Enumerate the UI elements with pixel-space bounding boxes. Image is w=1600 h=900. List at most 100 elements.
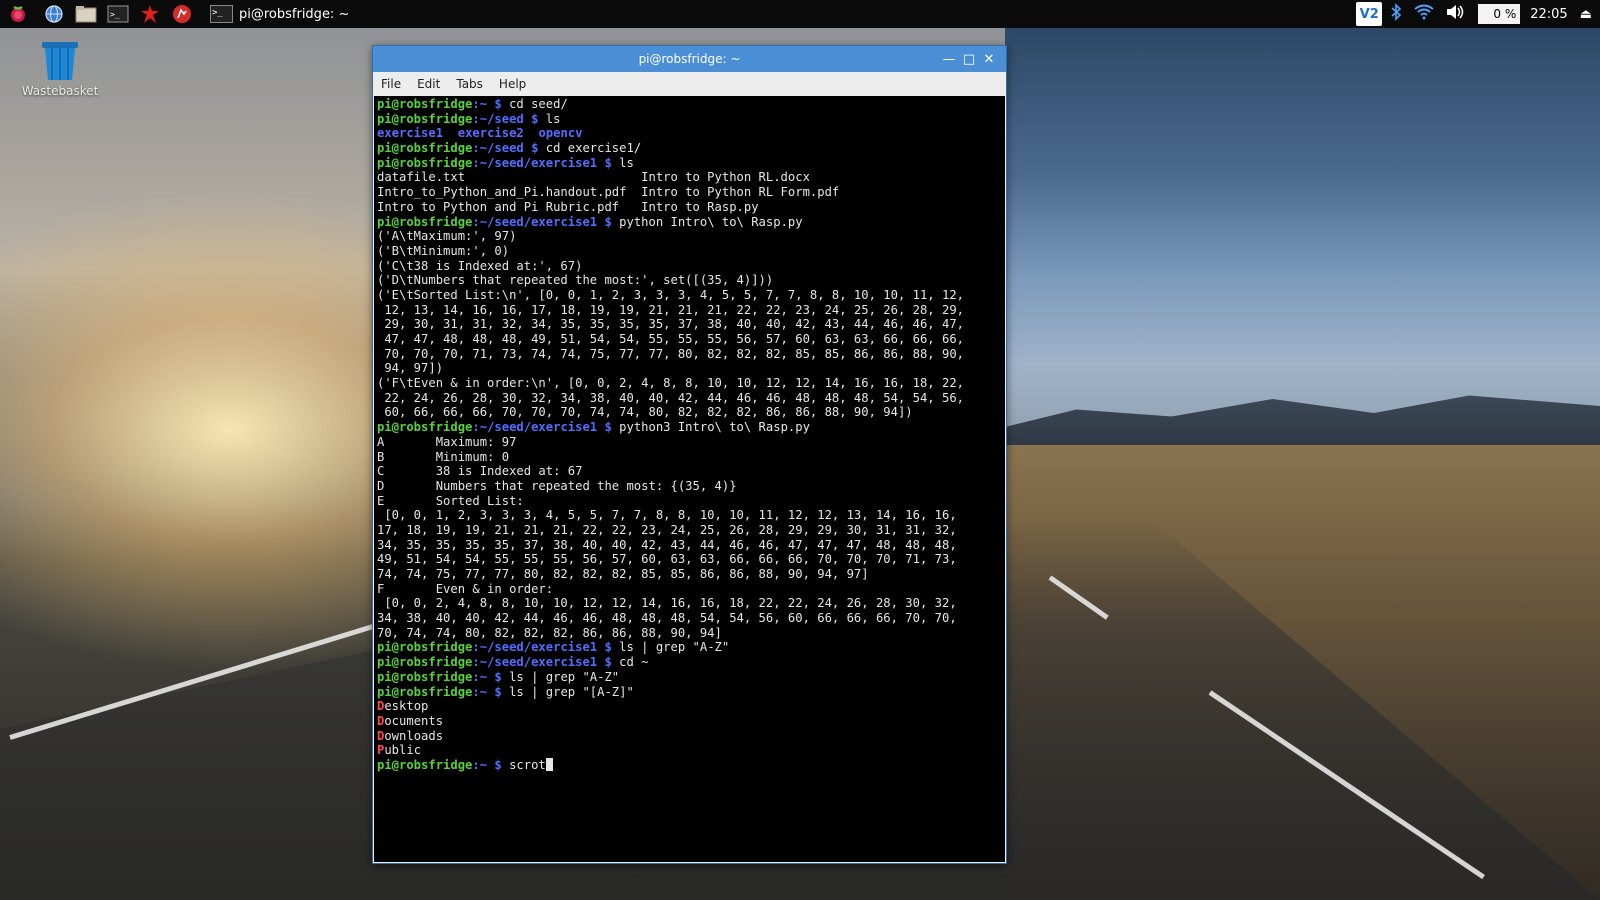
terminal-line: F Even & in order:: [377, 582, 1005, 597]
terminal-text: :~ $: [472, 669, 510, 684]
terminal-line: ('A\tMaximum:', 97): [377, 229, 1005, 244]
terminal-line: pi@robsfridge:~ $ ls | grep "[A-Z]": [377, 685, 1005, 700]
taskbar: >_ >_ pi@robsfridge: ~ V2 0 % 22:05 ⏏: [0, 0, 1600, 28]
terminal-line: 22, 24, 26, 28, 30, 32, 34, 38, 40, 40, …: [377, 391, 1005, 406]
window-title: pi@robsfridge: ~: [638, 52, 741, 66]
terminal-line: Intro to Python and Pi Rubric.pdf Intro …: [377, 200, 1005, 215]
volume-icon[interactable]: [1446, 4, 1466, 24]
terminal-line: ('D\tNumbers that repeated the most:', s…: [377, 273, 1005, 288]
terminal-text: 34, 35, 35, 35, 35, 37, 38, 40, 40, 42, …: [377, 537, 957, 552]
terminal-line: 70, 74, 74, 80, 82, 82, 82, 86, 86, 88, …: [377, 626, 1005, 641]
terminal-text: 47, 47, 48, 48, 48, 49, 51, 54, 54, 55, …: [377, 332, 964, 346]
terminal-line: 12, 13, 14, 16, 16, 17, 18, 19, 19, 21, …: [377, 303, 1005, 318]
terminal-line: A Maximum: 97: [377, 435, 1005, 450]
eject-icon[interactable]: ⏏: [1580, 7, 1592, 22]
menu-help[interactable]: Help: [491, 77, 534, 91]
terminal-line: [0, 0, 1, 2, 3, 3, 3, 4, 5, 5, 7, 7, 8, …: [377, 508, 1005, 523]
terminal-text: :~ $: [472, 684, 510, 699]
terminal-text: exercise1: [377, 126, 444, 141]
terminal-text: ('C\t38 is Indexed at:', 67): [377, 258, 583, 273]
terminal-text: C 38 is Indexed at: 67: [377, 464, 583, 479]
terminal-text: pi@robsfridge: [377, 640, 473, 655]
menu-edit[interactable]: Edit: [409, 77, 448, 91]
terminal-line: pi@robsfridge:~/seed $ ls: [377, 112, 1005, 127]
terminal-icon: >_: [210, 5, 233, 23]
terminal-line: pi@robsfridge:~/seed $ cd exercise1/: [377, 141, 1005, 156]
terminal-text: 70, 74, 74, 80, 82, 82, 82, 86, 86, 88, …: [377, 625, 722, 640]
taskbar-task-terminal[interactable]: >_ pi@robsfridge: ~: [204, 2, 355, 26]
terminal-line: B Minimum: 0: [377, 450, 1005, 465]
terminal-text: E Sorted List:: [377, 493, 524, 508]
terminal-text: esktop: [384, 699, 429, 714]
terminal-line: datafile.txt Intro to Python RL.docx: [377, 170, 1005, 185]
terminal-text: 74, 74, 75, 77, 77, 80, 82, 82, 82, 85, …: [377, 567, 869, 581]
terminal-text: pi@robsfridge: [377, 155, 473, 170]
terminal-text: Intro_to_Python_and_Pi.handout.pdf Intro…: [377, 185, 840, 200]
terminal-line: 94, 97]): [377, 361, 1005, 376]
terminal-text: ownloads: [384, 728, 444, 743]
vnc-server-icon[interactable]: V2: [1356, 2, 1383, 26]
terminal-line: ('F\tEven & in order:\n', [0, 0, 2, 4, 8…: [377, 376, 1005, 391]
terminal-text: :~/seed/exercise1 $: [472, 640, 620, 655]
svg-text:>_: >_: [110, 10, 120, 19]
terminal-text: cd seed/: [509, 97, 568, 111]
terminal-text: ls: [545, 111, 561, 126]
wastebasket-label: Wastebasket: [21, 84, 99, 98]
close-icon[interactable]: ✕: [980, 50, 998, 68]
terminal-line: ('B\tMinimum:', 0): [377, 244, 1005, 259]
menu-tabs[interactable]: Tabs: [448, 77, 491, 91]
terminal-text: pi@robsfridge: [377, 111, 473, 126]
terminal-line: 34, 38, 40, 40, 42, 44, 46, 46, 48, 48, …: [377, 611, 1005, 626]
cpu-usage-meter[interactable]: 0 %: [1478, 4, 1521, 24]
terminal-text: 60, 66, 66, 66, 70, 70, 70, 74, 74, 80, …: [377, 405, 913, 420]
text-cursor: [545, 757, 553, 771]
math-kernel-icon[interactable]: [138, 3, 162, 25]
terminal-text: python Intro\ to\ Rasp.py: [619, 214, 803, 229]
terminal-text: pi@robsfridge: [377, 214, 473, 229]
terminal-output[interactable]: pi@robsfridge:~ $ cd seed/pi@robsfridge:…: [374, 96, 1005, 862]
terminal-line: pi@robsfridge:~ $ ls | grep "A-Z": [377, 670, 1005, 685]
raspberry-menu-icon[interactable]: [6, 3, 30, 25]
terminal-line: pi@robsfridge:~/seed/exercise1 $ python …: [377, 215, 1005, 230]
terminal-window: pi@robsfridge: ~ — □ ✕ File Edit Tabs He…: [372, 45, 1007, 864]
terminal-text: ls | grep "A-Z": [509, 669, 620, 684]
terminal-line: E Sorted List:: [377, 494, 1005, 509]
terminal-text: cd exercise1/: [545, 141, 642, 156]
terminal-text: Intro to Python and Pi Rubric.pdf Intro …: [377, 199, 759, 214]
terminal-text: 29, 30, 31, 31, 32, 34, 35, 35, 35, 35, …: [377, 317, 964, 332]
web-browser-icon[interactable]: [42, 3, 66, 25]
wolfram-icon[interactable]: [170, 3, 194, 25]
terminal-text: ls | grep "A-Z": [619, 640, 730, 655]
terminal-text: pi@robsfridge: [377, 757, 473, 772]
terminal-text: [0, 0, 2, 4, 8, 8, 10, 10, 12, 12, 14, 1…: [377, 596, 957, 611]
terminal-text: A Maximum: 97: [377, 434, 517, 449]
terminal-line: ('E\tSorted List:\n', [0, 0, 1, 2, 3, 3,…: [377, 288, 1005, 303]
terminal-line: [0, 0, 2, 4, 8, 8, 10, 10, 12, 12, 14, 1…: [377, 596, 1005, 611]
wastebasket-desktop-icon[interactable]: Wastebasket: [20, 42, 100, 98]
terminal-text: 22, 24, 26, 28, 30, 32, 34, 38, 40, 40, …: [377, 390, 964, 405]
wifi-icon[interactable]: [1414, 4, 1434, 24]
window-titlebar[interactable]: pi@robsfridge: ~ — □ ✕: [373, 46, 1006, 72]
terminal-text: pi@robsfridge: [377, 669, 473, 684]
terminal-line: pi@robsfridge:~ $ cd seed/: [377, 97, 1005, 112]
menu-file[interactable]: File: [373, 77, 409, 91]
terminal-icon[interactable]: >_: [106, 3, 130, 25]
terminal-line: pi@robsfridge:~ $ scrot: [377, 757, 1005, 773]
clock[interactable]: 22:05: [1530, 7, 1567, 22]
bluetooth-icon[interactable]: [1390, 3, 1402, 25]
maximize-icon[interactable]: □: [960, 50, 978, 68]
terminal-text: ('E\tSorted List:\n', [0, 0, 1, 2, 3, 3,…: [377, 287, 964, 302]
terminal-text: ublic: [384, 743, 422, 758]
terminal-text: 49, 51, 54, 54, 55, 55, 55, 56, 57, 60, …: [377, 552, 957, 567]
terminal-text: ls | grep "[A-Z]": [509, 684, 634, 699]
minimize-icon[interactable]: —: [940, 50, 958, 68]
terminal-text: pi@robsfridge: [377, 141, 473, 156]
terminal-text: 94, 97]): [377, 361, 444, 376]
terminal-line: Public: [377, 743, 1005, 758]
terminal-text: :~ $: [472, 757, 510, 772]
terminal-text: cd ~: [619, 655, 649, 670]
file-manager-icon[interactable]: [74, 3, 98, 25]
terminal-line: pi@robsfridge:~/seed/exercise1 $ python3…: [377, 420, 1005, 435]
trash-icon: [42, 42, 78, 80]
terminal-text: ls: [619, 155, 634, 170]
